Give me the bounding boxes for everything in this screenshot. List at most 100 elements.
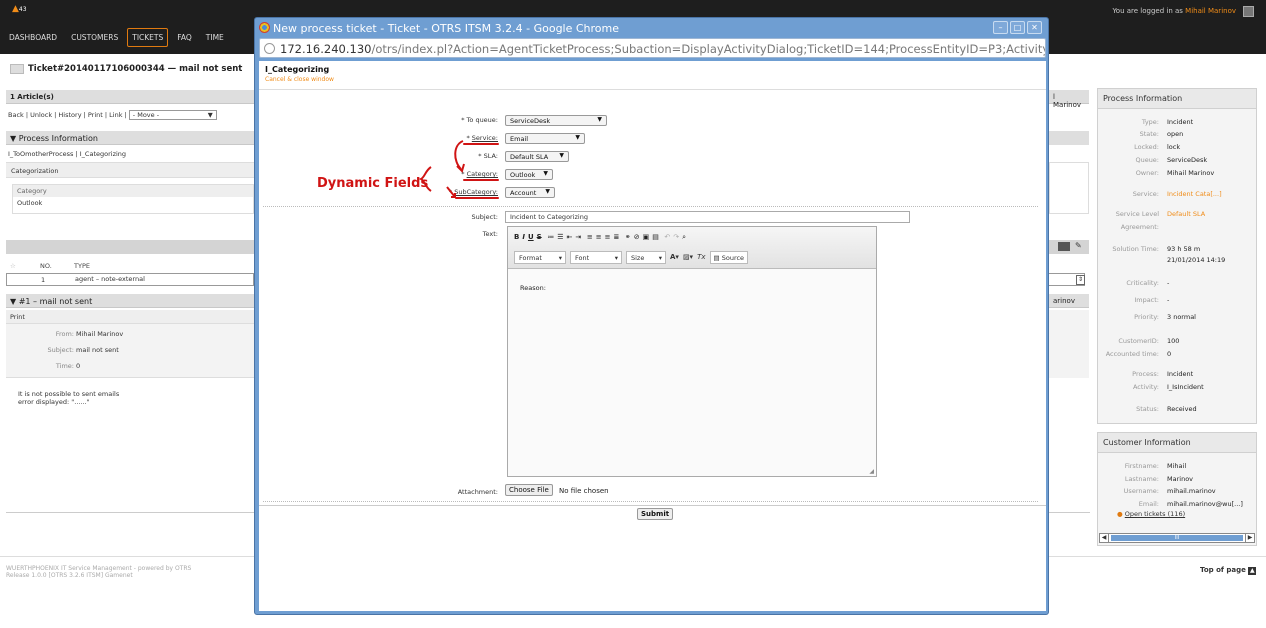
process-path: I_ToOmotherProcess | I_Categorizing <box>8 150 127 158</box>
link-icon[interactable]: ⚭ <box>625 233 631 241</box>
spinner-icon[interactable]: ⇕ <box>1076 275 1085 285</box>
resize-handle-icon[interactable]: ◢ <box>869 468 874 475</box>
customer-info-value: mihail.marinov@wu[...] <box>1167 500 1243 508</box>
bg-strip <box>1049 310 1089 378</box>
horizontal-scrollbar[interactable]: ◀ III ▶ <box>1099 533 1255 543</box>
process-info-value: - <box>1167 296 1170 304</box>
process-info-key: Activity: <box>1132 383 1159 391</box>
logout-icon[interactable] <box>1243 6 1254 17</box>
align-left-icon[interactable]: ≡ <box>587 233 593 241</box>
text-color-icon[interactable]: A▾ <box>670 251 679 264</box>
popup-window: New process ticket - Ticket - OTRS ITSM … <box>254 17 1049 615</box>
logged-in-user[interactable]: Mihail Marinov <box>1185 7 1236 15</box>
ticket-action-links[interactable]: Back | Unlock | History | Print | Link | <box>8 111 127 119</box>
redo-icon[interactable]: ↷ <box>673 233 679 241</box>
category-value: Outlook <box>510 171 536 179</box>
scroll-thumb[interactable]: III <box>1111 535 1243 541</box>
bullet-icon: ● <box>1117 510 1123 518</box>
process-info-value: Incident <box>1167 118 1194 126</box>
font-select[interactable]: Font ▾ <box>570 251 622 264</box>
bullet-list-icon[interactable]: ☰ <box>557 233 563 241</box>
view-icon[interactable] <box>1058 242 1070 251</box>
process-info-value[interactable]: Incident Cata[...] <box>1167 190 1222 198</box>
customer-info-key: Firstname: <box>1124 462 1159 470</box>
subject-input[interactable]: Incident to Categorizing <box>505 211 910 223</box>
underline-button[interactable]: U <box>528 233 534 241</box>
to-queue-value: ServiceDesk <box>510 117 551 125</box>
nav-time[interactable]: TIME <box>201 28 229 47</box>
align-center-icon[interactable]: ≡ <box>596 233 602 241</box>
chevron-down-icon: ▼ <box>597 116 602 123</box>
maximize-icon[interactable]: □ <box>1010 21 1025 34</box>
to-queue-label-text: To queue: <box>466 116 498 124</box>
articles-header: 1 Article(s) <box>6 90 254 104</box>
size-select[interactable]: Size ▾ <box>626 251 666 264</box>
chevron-down-icon: ▾ <box>558 254 562 262</box>
process-info-value[interactable]: Default SLA <box>1167 210 1205 218</box>
ticket-title: Ticket#20140117106000344 — mail not sent <box>28 64 243 74</box>
address-bar[interactable]: 172.16.240.130/otrs/index.pl?Action=Agen… <box>259 38 1046 58</box>
bg-color-icon[interactable]: ▨▾ <box>683 251 693 264</box>
process-info-key: Criticality: <box>1126 279 1159 287</box>
main-nav: DASHBOARD CUSTOMERS TICKETS FAQ TIME <box>4 28 229 47</box>
format-select[interactable]: Format ▾ <box>514 251 566 264</box>
unlink-icon[interactable]: ⊘ <box>634 233 640 241</box>
close-icon[interactable]: ✕ <box>1027 21 1042 34</box>
search-icon[interactable]: ⌕ <box>682 233 686 242</box>
sla-select[interactable]: Default SLA ▼ <box>505 151 569 162</box>
image-icon[interactable]: ▣ <box>643 233 650 241</box>
edit-icon[interactable]: ✎ <box>1075 241 1082 250</box>
strike-button[interactable]: S <box>537 233 542 241</box>
scroll-right-icon[interactable]: ▶ <box>1245 534 1254 542</box>
process-info-key: Agreement: <box>1120 223 1159 231</box>
col-no[interactable]: NO. <box>40 262 52 270</box>
choose-file-button[interactable]: Choose File <box>505 484 553 496</box>
justify-icon[interactable]: ≣ <box>613 233 619 241</box>
table-row[interactable]: 1 agent – note-external <box>6 273 254 286</box>
italic-button[interactable]: I <box>522 233 525 241</box>
chevron-down-icon: ▼ <box>575 134 580 141</box>
scroll-left-icon[interactable]: ◀ <box>1100 534 1109 542</box>
nav-faq[interactable]: FAQ <box>172 28 197 47</box>
article-header[interactable]: ▼ #1 – mail not sent <box>6 294 254 308</box>
nav-customers[interactable]: CUSTOMERS <box>66 28 123 47</box>
undo-icon[interactable]: ↶ <box>664 233 670 241</box>
to-queue-select[interactable]: ServiceDesk ▼ <box>505 115 607 126</box>
nav-dashboard[interactable]: DASHBOARD <box>4 28 62 47</box>
service-label-text: Service: <box>471 134 498 142</box>
cancel-close-link[interactable]: Cancel & close window <box>265 76 334 83</box>
move-select[interactable]: - Move - ▼ <box>128 110 217 120</box>
submit-button[interactable]: Submit <box>637 508 674 520</box>
customer-info-value: Marinov <box>1167 475 1194 483</box>
subcategory-select[interactable]: Account ▼ <box>505 187 555 198</box>
bg-row: ⇕ <box>1049 273 1085 286</box>
minimize-icon[interactable]: – <box>993 21 1008 34</box>
star-icon[interactable]: ☆ <box>10 262 16 270</box>
outdent-icon[interactable]: ⇤ <box>567 233 573 241</box>
editor-content[interactable]: Reason: <box>520 284 546 292</box>
col-type[interactable]: TYPE <box>74 262 90 270</box>
process-info-key: Owner: <box>1135 169 1159 177</box>
hr-icon[interactable]: ▤ <box>652 233 659 241</box>
open-tickets-link[interactable]: ● Open tickets (116) <box>1117 510 1185 518</box>
print-link[interactable]: Print <box>6 310 254 324</box>
collapse-icon: ▼ <box>10 297 17 306</box>
ordered-list-icon[interactable]: ≔ <box>547 233 554 241</box>
service-label: * Service: <box>466 134 498 142</box>
size-label: Size <box>631 254 645 262</box>
category-select[interactable]: Outlook ▼ <box>505 169 553 180</box>
text-label: Text: <box>482 230 498 238</box>
process-info-header[interactable]: ▼ Process Information <box>6 131 254 145</box>
arrow-up-icon: ▲ <box>1248 567 1257 575</box>
process-info-value: lock <box>1167 143 1181 151</box>
align-right-icon[interactable]: ≡ <box>605 233 611 241</box>
notification-badge[interactable]: ▲43 <box>12 4 27 14</box>
nav-tickets[interactable]: TICKETS <box>127 28 169 47</box>
remove-format-icon[interactable]: Tx <box>697 251 705 264</box>
bold-button[interactable]: B <box>514 233 519 241</box>
indent-icon[interactable]: ⇥ <box>575 233 581 241</box>
source-button[interactable]: ▤ Source <box>709 251 749 264</box>
top-of-page-link[interactable]: Top of page ▲ <box>1200 566 1257 575</box>
chevron-down-icon: ▼ <box>207 111 213 119</box>
service-select[interactable]: Email ▼ <box>505 133 585 144</box>
